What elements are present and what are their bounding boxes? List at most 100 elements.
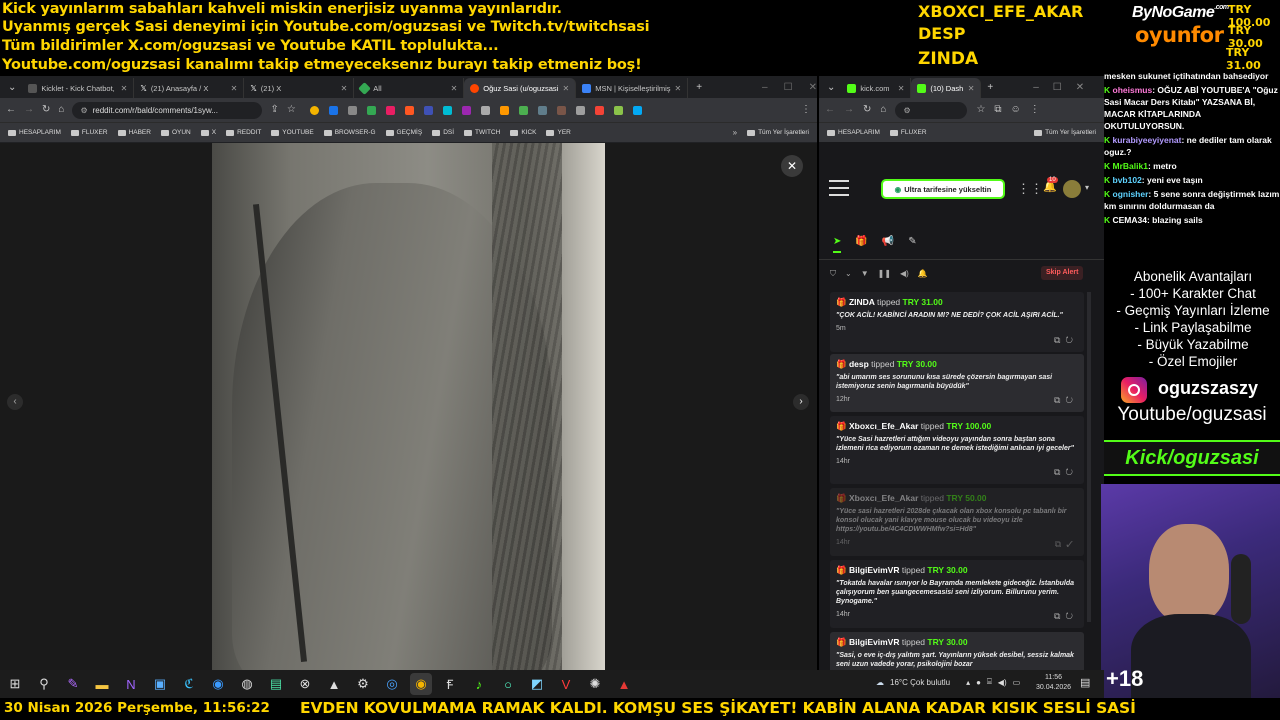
chevron-down-icon[interactable]: ⌄ [845,269,852,279]
previous-image-button[interactable]: ‹ [7,394,23,410]
reload-icon[interactable]: ↻ [863,105,871,115]
donation-actions[interactable]: ⧉↻ [1054,335,1078,346]
battery-icon[interactable]: ▭ [1013,678,1021,687]
bell-icon[interactable]: 🔔 [918,269,928,279]
extension-icon[interactable] [594,105,604,115]
edge-icon[interactable]: ◉ [207,673,229,695]
shield-icon[interactable]: ⛉ [830,269,836,279]
apps-grid-icon[interactable]: ⋮⋮ [1017,182,1043,195]
new-tab-icon[interactable]: + [696,83,702,93]
app-icon[interactable]: ▤ [265,673,287,695]
more-bookmarks-icon[interactable]: » [733,128,737,137]
tab-kicklet[interactable]: Kicklet - Kick Chatbot, ✕ [22,78,135,98]
gift-icon[interactable]: 🎁 [855,236,867,253]
extension-icon[interactable] [309,105,319,115]
maximize-icon[interactable]: ☐ [1053,83,1062,93]
bookmark-twitch[interactable]: TWITCH [464,129,500,136]
bookmark-oyun[interactable]: OYUN [160,129,191,136]
pen-icon[interactable]: ✎ [908,236,916,253]
weather-text[interactable]: 16°C Çok bulutlu [890,678,950,687]
window-close-icon[interactable]: ✕ [1076,83,1084,93]
bookmark-all[interactable]: Tüm Yer İşaretleri [1034,129,1096,136]
forward-icon[interactable]: → [24,105,34,115]
file-explorer-icon[interactable]: ▬ [91,673,113,695]
bookmark-star-icon[interactable]: ☆ [976,105,985,115]
kick-app-icon[interactable]: ♪ [468,673,490,695]
bookmark-star-icon[interactable]: ☆ [287,105,296,115]
volume-icon[interactable]: ◀) [998,678,1007,687]
share-icon[interactable]: ⇪ [270,105,278,115]
tab-x-home[interactable]: 𝕏 (21) Anasayfa / X ✕ [134,78,245,98]
extension-icon[interactable] [347,105,357,115]
extension-icon[interactable] [575,105,585,115]
profile-icon[interactable]: ☺ [1011,105,1021,115]
bookmark-yer[interactable]: YER [546,129,571,136]
close-icon[interactable]: ✕ [451,84,458,93]
hamburger-menu-icon[interactable] [829,180,849,196]
close-icon[interactable]: ✕ [675,84,682,93]
close-viewer-button[interactable]: ✕ [781,155,803,177]
onenote-icon[interactable]: N [120,673,142,695]
minimize-icon[interactable]: – [1033,83,1039,93]
bookmark-reddit[interactable]: REDDIT [226,129,261,136]
avatar[interactable] [1063,180,1081,198]
extension-icon[interactable] [328,105,338,115]
megaphone-icon[interactable]: 📢 [882,236,894,253]
extension-icon[interactable] [480,105,490,115]
site-info-icon[interactable]: ⚙ [80,106,87,115]
minimize-icon[interactable]: – [762,83,768,93]
back-icon[interactable]: ← [6,105,16,115]
bookmark-browser-g[interactable]: BROWSER-G [323,129,376,136]
chat-username[interactable]: kurabiyeeyiyenat [1113,135,1182,145]
pen-app-icon[interactable]: ✎ [62,673,84,695]
back-icon[interactable]: ← [825,105,835,115]
remote-desktop-icon[interactable]: ▣ [149,673,171,695]
bookmark-hesaplarim[interactable]: HESAPLARIM [827,129,880,136]
clock[interactable]: 11:56 30.04.2026 [1036,673,1071,693]
tab-list-icon[interactable]: ⌄ [827,83,835,93]
bookmark-haber[interactable]: HABER [117,129,151,136]
tray-icon[interactable]: ▴ [966,678,970,687]
donation-actions[interactable]: ⧉↻ [1054,611,1078,622]
edge-dev-icon[interactable]: ℭ [178,673,200,695]
chat-username[interactable]: bvb102 [1113,175,1142,185]
maximize-icon[interactable]: ☐ [784,83,793,93]
site-info-icon[interactable]: ⚙ [903,106,910,115]
extension-icon[interactable] [613,105,623,115]
extension-icon[interactable] [518,105,528,115]
tab-all[interactable]: All ✕ [354,78,465,98]
extension-icon[interactable] [385,105,395,115]
close-icon[interactable]: ✕ [898,84,905,93]
extension-icon[interactable] [442,105,452,115]
vivaldi-icon[interactable]: V [555,673,577,695]
address-bar[interactable]: ⚙ reddit.com/r/bald/comments/1syw... [72,101,263,119]
upgrade-button[interactable]: ◉ Ultra tarifesine yükseltin [881,179,1005,199]
bookmark-gecmis[interactable]: GEÇMİŞ [385,129,422,136]
home-icon[interactable]: ⌂ [880,105,886,115]
xbox-icon[interactable]: ⊗ [294,673,316,695]
app-icon[interactable]: ◎ [381,673,403,695]
steam-icon[interactable]: ⚙ [352,673,374,695]
extension-icon[interactable] [499,105,509,115]
bookmark-all[interactable]: Tüm Yer İşaretleri [747,129,809,136]
chatgpt-icon[interactable]: ✺ [584,673,606,695]
app-icon[interactable]: ○ [497,673,519,695]
start-icon[interactable]: ⊞ [4,673,26,695]
address-bar[interactable]: ⚙ [895,101,968,119]
extension-icon[interactable] [423,105,433,115]
tab-reddit[interactable]: Oğuz Sasi (u/oguzsasi ✕ [464,78,577,98]
donation-actions[interactable]: ⧉✓ [1055,539,1078,550]
tab-dashboard[interactable]: (10) Dash ✕ [911,78,982,98]
forward-icon[interactable]: → [844,105,854,115]
skip-alert-button[interactable]: Skip Alert [1041,266,1084,280]
close-icon[interactable]: ✕ [341,84,348,93]
pause-icon[interactable]: ❚❚ [878,269,891,279]
send-icon[interactable]: ➤ [833,236,842,253]
bookmark-fluxer[interactable]: FLUXER [889,129,927,136]
bookmark-x[interactable]: X [200,129,216,136]
tab-kick[interactable]: kick.com ✕ [841,78,912,98]
home-icon[interactable]: ⌂ [58,105,64,115]
app-icon[interactable]: ◩ [526,673,548,695]
filter-icon[interactable]: ▼ [861,269,869,279]
menu-icon[interactable]: ⋮ [801,105,811,115]
